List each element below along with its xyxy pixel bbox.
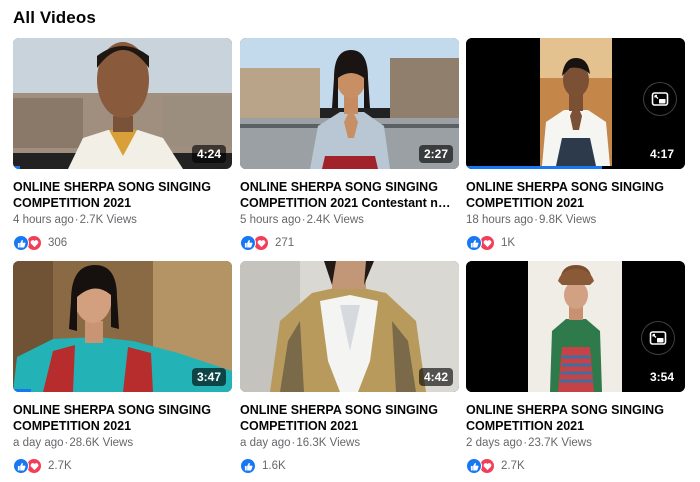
reactions-summary[interactable]: 1K bbox=[466, 234, 685, 252]
video-age: a day ago bbox=[240, 437, 291, 449]
reaction-count: 2.7K bbox=[48, 460, 72, 472]
video-title-line2: COMPETITION 2021 bbox=[13, 196, 132, 210]
video-title[interactable]: ONLINE SHERPA SONG SINGING COMPETITION 2… bbox=[13, 179, 228, 211]
video-title[interactable]: ONLINE SHERPA SONG SINGING COMPETITION 2… bbox=[466, 179, 681, 211]
video-meta: a day ago·28.6K Views bbox=[13, 437, 134, 449]
video-title-line1: ONLINE SHERPA SONG SINGING bbox=[466, 403, 664, 417]
video-title-line2: COMPETITION 2021 Contestant no -26... bbox=[240, 196, 455, 210]
video-thumbnail[interactable]: 4:42 bbox=[240, 261, 459, 392]
video-title[interactable]: ONLINE SHERPA SONG SINGING COMPETITION 2… bbox=[240, 179, 455, 211]
reaction-count: 1K bbox=[501, 237, 516, 249]
video-age: 5 hours ago bbox=[240, 214, 301, 226]
video-title-line1: ONLINE SHERPA SONG SINGING bbox=[240, 180, 438, 194]
video-duration: 3:47 bbox=[191, 368, 226, 386]
video-thumbnail[interactable]: 3:47 bbox=[13, 261, 232, 392]
video-card[interactable]: 4:42 ONLINE SHERPA SONG SINGING COMPETIT… bbox=[240, 261, 459, 475]
video-title-line1: ONLINE SHERPA SONG SINGING bbox=[13, 403, 211, 417]
video-meta: 4 hours ago·2.7K Views bbox=[13, 214, 137, 226]
video-title-line2: COMPETITION 2021 bbox=[240, 419, 359, 433]
like-icon bbox=[240, 458, 256, 474]
video-duration: 3:54 bbox=[644, 368, 679, 386]
reaction-count: 2.7K bbox=[501, 460, 525, 472]
reactions-summary[interactable]: 271 bbox=[240, 234, 459, 252]
video-views: 23.7K Views bbox=[528, 437, 592, 449]
like-icon bbox=[13, 458, 29, 474]
video-title[interactable]: ONLINE SHERPA SONG SINGING COMPETITION 2… bbox=[240, 402, 455, 434]
video-views: 2.7K Views bbox=[79, 214, 137, 226]
picture-in-picture-icon bbox=[651, 92, 669, 106]
video-views: 28.6K Views bbox=[69, 437, 134, 449]
video-title-line2: COMPETITION 2021 bbox=[13, 419, 132, 433]
video-thumbnail[interactable]: 3:54 bbox=[466, 261, 685, 392]
like-icon bbox=[466, 235, 482, 251]
video-duration: 4:24 bbox=[191, 145, 226, 163]
video-age: 4 hours ago bbox=[13, 214, 74, 226]
picture-in-picture-button[interactable] bbox=[641, 321, 675, 355]
video-meta: 5 hours ago·2.4K Views bbox=[240, 214, 364, 226]
video-thumbnail[interactable]: 2:27 bbox=[240, 38, 459, 169]
reaction-count: 1.6K bbox=[262, 460, 286, 472]
video-thumbnail[interactable]: 4:24 bbox=[13, 38, 232, 169]
video-age: 2 days ago bbox=[466, 437, 523, 449]
reactions-summary[interactable]: 306 bbox=[13, 234, 232, 252]
video-card[interactable]: 3:47 ONLINE SHERPA SONG SINGING COMPETIT… bbox=[13, 261, 232, 475]
video-age: 18 hours ago bbox=[466, 214, 534, 226]
video-duration: 4:17 bbox=[644, 145, 679, 163]
reactions-summary[interactable]: 2.7K bbox=[466, 457, 685, 475]
video-title-line2: COMPETITION 2021 bbox=[466, 419, 585, 433]
picture-in-picture-icon bbox=[649, 331, 667, 345]
watch-progress-bar bbox=[13, 166, 20, 169]
video-views: 2.4K Views bbox=[306, 214, 364, 226]
video-card[interactable]: 4:24 ONLINE SHERPA SONG SINGING COMPETIT… bbox=[13, 38, 232, 252]
video-card[interactable]: 3:54 ONLINE SHERPA SONG SINGING COMPETIT… bbox=[466, 261, 685, 475]
video-title-line1: ONLINE SHERPA SONG SINGING bbox=[240, 403, 438, 417]
picture-in-picture-button[interactable] bbox=[643, 82, 677, 116]
video-meta: a day ago·16.3K Views bbox=[240, 437, 361, 449]
video-thumbnail[interactable]: 4:17 bbox=[466, 38, 685, 169]
reaction-count: 306 bbox=[48, 237, 68, 249]
video-title[interactable]: ONLINE SHERPA SONG SINGING COMPETITION 2… bbox=[13, 402, 228, 434]
reaction-count: 271 bbox=[275, 237, 295, 249]
video-views: 9.8K Views bbox=[538, 214, 597, 226]
reactions-summary[interactable]: 2.7K bbox=[13, 457, 232, 475]
video-duration: 2:27 bbox=[418, 145, 453, 163]
like-icon bbox=[13, 235, 29, 251]
video-meta: 18 hours ago·9.8K Views bbox=[466, 214, 597, 226]
video-title-line2: COMPETITION 2021 bbox=[466, 196, 585, 210]
video-title[interactable]: ONLINE SHERPA SONG SINGING COMPETITION 2… bbox=[466, 402, 681, 434]
video-title-line1: ONLINE SHERPA SONG SINGING bbox=[466, 180, 664, 194]
video-age: a day ago bbox=[13, 437, 64, 449]
reactions-summary[interactable]: 1.6K bbox=[240, 457, 459, 475]
video-meta: 2 days ago·23.7K Views bbox=[466, 437, 592, 449]
like-icon bbox=[240, 235, 256, 251]
video-grid: 4:24 ONLINE SHERPA SONG SINGING COMPETIT… bbox=[13, 38, 691, 478]
video-title-line1: ONLINE SHERPA SONG SINGING bbox=[13, 180, 211, 194]
video-card[interactable]: 4:17 ONLINE SHERPA SONG SINGING COMPETIT… bbox=[466, 38, 685, 252]
like-icon bbox=[466, 458, 482, 474]
watch-progress-bar bbox=[13, 389, 31, 392]
section-title: All Videos bbox=[13, 8, 96, 27]
video-duration: 4:42 bbox=[418, 368, 453, 386]
video-card[interactable]: 2:27 ONLINE SHERPA SONG SINGING COMPETIT… bbox=[240, 38, 459, 252]
watch-progress-bar bbox=[466, 166, 602, 169]
video-views: 16.3K Views bbox=[296, 437, 361, 449]
